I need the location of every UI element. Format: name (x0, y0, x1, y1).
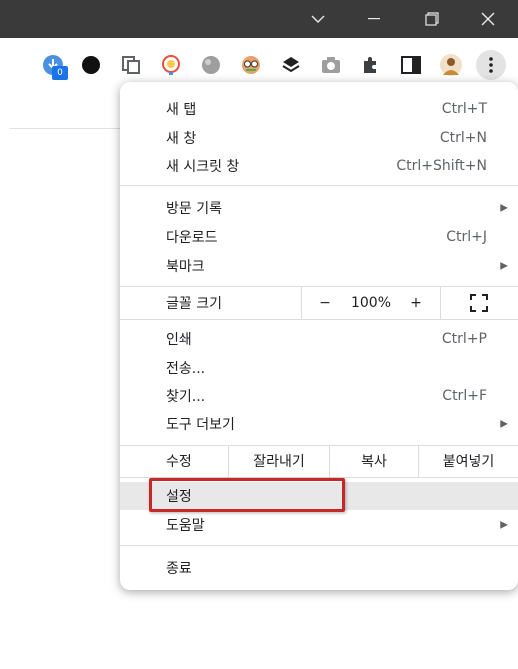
menu-item-bookmarks[interactable]: 북마크 ▶ (120, 252, 518, 280)
copy-pages-icon[interactable] (118, 52, 144, 78)
menu-label: 새 시크릿 창 (166, 159, 240, 175)
menu-label: 새 탭 (166, 102, 197, 118)
menu-label: 방문 기록 (166, 201, 222, 217)
edit-label: 수정 (166, 454, 192, 470)
menu-shortcut: Ctrl+F (442, 388, 487, 404)
menu-label: 새 창 (166, 131, 197, 147)
annotation-highlight-box (149, 478, 345, 512)
submenu-arrow-icon: ▶ (500, 260, 508, 272)
zoom-divider (301, 287, 302, 319)
profile-avatar[interactable] (438, 52, 464, 78)
copy-button[interactable]: 복사 (330, 445, 418, 477)
menu-item-help[interactable]: 도움말 ▶ (120, 511, 518, 539)
zoom-in-button[interactable]: + (406, 287, 426, 319)
submenu-arrow-icon: ▶ (500, 418, 508, 430)
menu-label: 북마크 (166, 259, 205, 275)
zoom-label: 글꼴 크기 (166, 296, 222, 312)
browser-window: 0 새 탭 Ctrl+T 새 창 Ctrl+N 새 시크릿 창 Ctrl+Shi… (0, 0, 518, 669)
menu-label: 찾기... (166, 389, 206, 405)
menu-kebab-icon[interactable] (476, 50, 506, 80)
menu-shortcut: Ctrl+N (439, 130, 487, 146)
menu-shortcut: Ctrl+T (441, 101, 487, 117)
menu-item-new-window[interactable]: 새 창 Ctrl+N (120, 124, 518, 152)
bulb-extension-icon[interactable] (158, 52, 184, 78)
menu-shortcut: Ctrl+J (446, 229, 487, 245)
layers-icon[interactable] (278, 52, 304, 78)
page-divider (10, 128, 130, 129)
menu-separator (120, 319, 518, 320)
camera-icon[interactable] (318, 52, 344, 78)
menu-item-new-tab[interactable]: 새 탭 Ctrl+T (120, 95, 518, 123)
close-button[interactable] (460, 0, 516, 38)
minimize-button[interactable] (346, 0, 402, 38)
title-bar (0, 0, 518, 38)
menu-shortcut: Ctrl+Shift+N (396, 158, 487, 174)
face-extension-icon[interactable] (238, 52, 264, 78)
paste-button[interactable]: 붙여넣기 (419, 445, 518, 477)
gray-ball-icon[interactable] (198, 52, 224, 78)
menu-item-new-incognito[interactable]: 새 시크릿 창 Ctrl+Shift+N (120, 152, 518, 180)
menu-item-downloads[interactable]: 다운로드 Ctrl+J (120, 223, 518, 251)
restore-button[interactable] (404, 0, 460, 38)
chrome-menu: 새 탭 Ctrl+T 새 창 Ctrl+N 새 시크릿 창 Ctrl+Shift… (120, 82, 518, 590)
menu-item-more-tools[interactable]: 도구 더보기 ▶ (120, 410, 518, 438)
extensions-puzzle-icon[interactable] (358, 52, 384, 78)
submenu-arrow-icon: ▶ (500, 519, 508, 531)
menu-label: 도구 더보기 (166, 417, 235, 433)
edit-row: 수정 잘라내기 복사 붙여넣기 (120, 445, 518, 477)
menu-separator (120, 185, 518, 186)
menu-item-exit[interactable]: 종료 (120, 554, 518, 582)
zoom-value: 100% (350, 295, 392, 311)
menu-item-cast[interactable]: 전송... (120, 354, 518, 382)
zoom-row: 글꼴 크기 − 100% + (120, 287, 518, 319)
menu-item-print[interactable]: 인쇄 Ctrl+P (120, 325, 518, 353)
extension-badge: 0 (52, 66, 68, 80)
tab-search-icon[interactable] (290, 0, 346, 38)
menu-separator (120, 545, 518, 546)
menu-label: 도움말 (166, 518, 205, 534)
menu-shortcut: Ctrl+P (441, 331, 487, 347)
fullscreen-icon[interactable] (466, 287, 492, 319)
zoom-out-button[interactable]: − (315, 287, 335, 319)
menu-item-history[interactable]: 방문 기록 ▶ (120, 194, 518, 222)
submenu-arrow-icon: ▶ (500, 202, 508, 214)
menu-item-find[interactable]: 찾기... Ctrl+F (120, 382, 518, 410)
menu-label: 인쇄 (166, 332, 192, 348)
zoom-divider (440, 287, 441, 319)
cut-button[interactable]: 잘라내기 (229, 445, 329, 477)
side-panel-icon[interactable] (398, 52, 424, 78)
es-extension-icon[interactable] (78, 52, 104, 78)
menu-label: 다운로드 (166, 230, 218, 246)
menu-label: 전송... (166, 361, 206, 377)
menu-label: 종료 (166, 561, 192, 577)
